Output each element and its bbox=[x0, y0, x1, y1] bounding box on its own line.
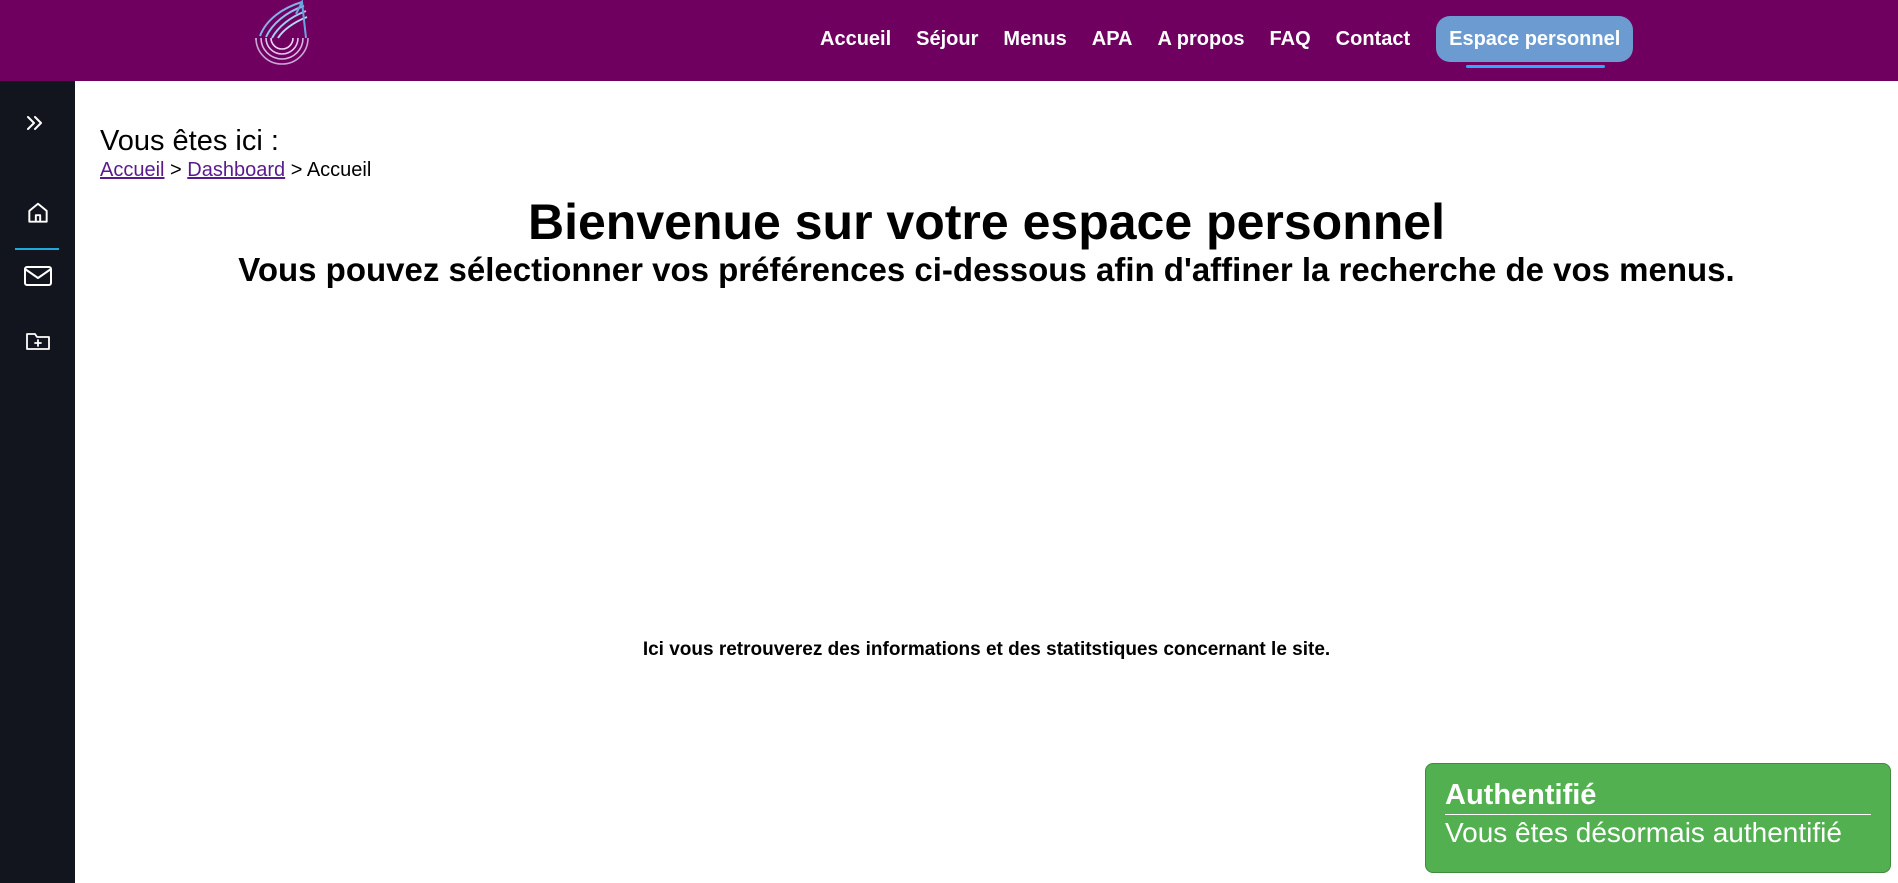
mail-icon[interactable] bbox=[20, 258, 56, 294]
nav-a-propos[interactable]: A propos bbox=[1158, 28, 1245, 51]
breadcrumb-link-dashboard[interactable]: Dashboard bbox=[187, 159, 285, 181]
breadcrumb: Accueil > Dashboard > Accueil bbox=[100, 159, 371, 182]
nav-sejour[interactable]: Séjour bbox=[916, 28, 978, 51]
auth-toast[interactable]: Authentifié Vous êtes désormais authenti… bbox=[1425, 763, 1891, 873]
nav-accueil[interactable]: Accueil bbox=[820, 28, 891, 51]
page-title: Bienvenue sur votre espace personnel bbox=[527, 194, 1446, 250]
breadcrumb-separator: > bbox=[290, 159, 303, 181]
sidebar-active-indicator bbox=[15, 248, 59, 250]
nav-apa[interactable]: APA bbox=[1092, 28, 1133, 51]
wing-logo-icon[interactable] bbox=[252, 0, 314, 76]
sidebar bbox=[0, 81, 75, 883]
location-label: Vous êtes ici : bbox=[100, 125, 279, 157]
toast-message: Vous êtes désormais authentifié bbox=[1445, 817, 1842, 848]
main-nav: Accueil Séjour Menus APA A propos FAQ Co… bbox=[820, 16, 1634, 68]
info-text: Ici vous retrouverez des informations et… bbox=[642, 639, 1331, 660]
folder-plus-icon[interactable] bbox=[20, 323, 56, 359]
page-subtitle: Vous pouvez sélectionner vos préférences… bbox=[238, 251, 1735, 288]
breadcrumb-current: Accueil bbox=[306, 159, 372, 181]
top-navigation-bar: Accueil Séjour Menus APA A propos FAQ Co… bbox=[0, 0, 1898, 81]
home-icon[interactable] bbox=[20, 195, 56, 231]
nav-faq[interactable]: FAQ bbox=[1270, 28, 1311, 51]
nav-contact[interactable]: Contact bbox=[1336, 28, 1410, 51]
active-underline bbox=[1466, 65, 1606, 68]
toast-title: Authentifié bbox=[1445, 778, 1871, 815]
breadcrumb-separator: > bbox=[170, 159, 182, 181]
espace-personnel-label: Espace personnel bbox=[1449, 28, 1621, 50]
double-chevron-right-icon[interactable] bbox=[17, 105, 53, 141]
espace-personnel-button[interactable]: Espace personnel bbox=[1436, 16, 1634, 68]
breadcrumb-link-accueil[interactable]: Accueil bbox=[100, 159, 164, 181]
nav-menus[interactable]: Menus bbox=[1003, 28, 1066, 51]
